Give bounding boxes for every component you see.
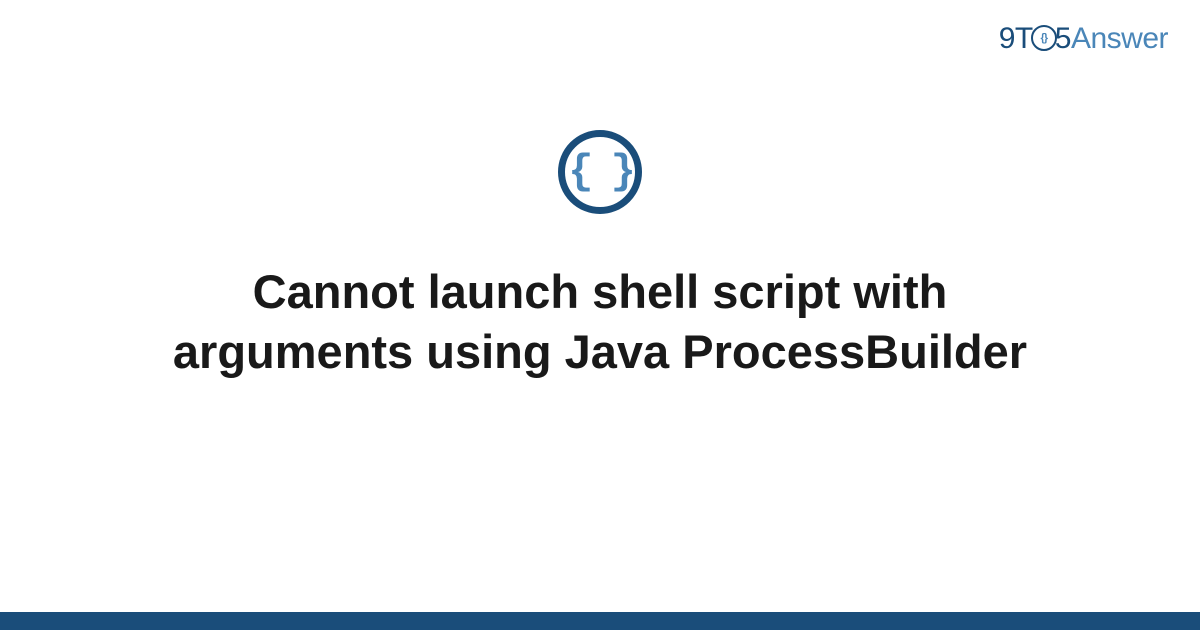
- logo-clock-icon: {}: [1031, 25, 1057, 51]
- braces-glyph: { }: [568, 148, 632, 196]
- page-title: Cannot launch shell script with argument…: [150, 262, 1050, 381]
- category-braces-icon: { }: [558, 130, 642, 214]
- bottom-accent-bar: [0, 612, 1200, 630]
- logo-text-5: 5: [1055, 22, 1071, 55]
- main-content: { } Cannot launch shell script with argu…: [0, 130, 1200, 381]
- logo-text-9t: 9T: [999, 22, 1033, 55]
- logo-circle-glyph: {}: [1040, 32, 1047, 44]
- logo-text-answer: Answer: [1071, 22, 1168, 55]
- site-logo: 9T {} 5Answer: [999, 22, 1168, 56]
